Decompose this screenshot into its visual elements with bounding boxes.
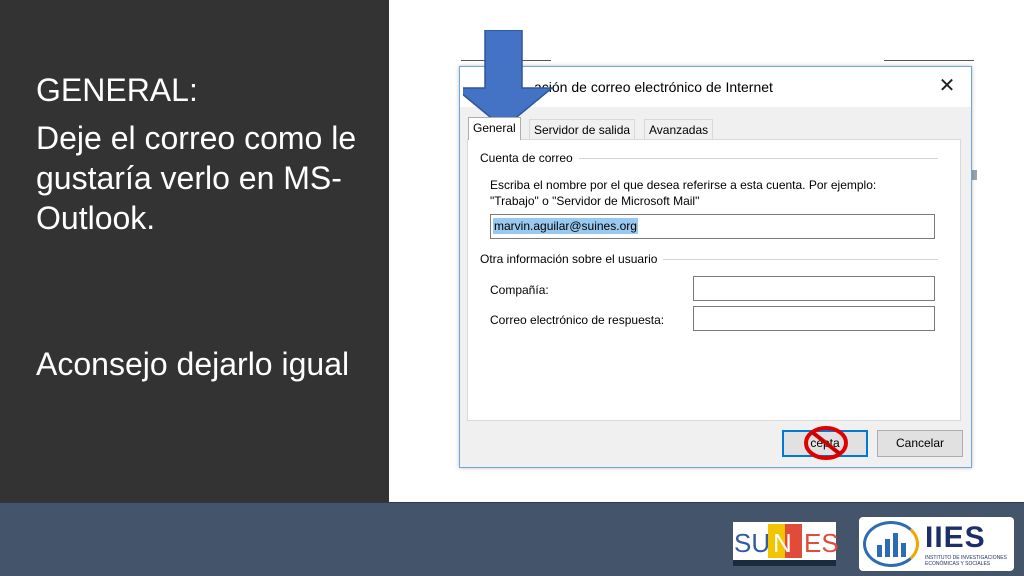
iies-emblem-icon bbox=[863, 521, 919, 567]
slide-text-panel: GENERAL: Deje el correo como le gustaría… bbox=[0, 0, 389, 502]
slide-instruction: Deje el correo como le gustaría verlo en… bbox=[36, 120, 357, 236]
reply-email-input[interactable] bbox=[693, 306, 935, 331]
tab-general[interactable]: General bbox=[468, 117, 521, 140]
company-label: Compañía: bbox=[490, 283, 549, 297]
slide-heading: GENERAL: bbox=[36, 72, 198, 108]
prohibited-icon bbox=[804, 426, 848, 460]
suines-logo-strip bbox=[733, 560, 836, 566]
reply-email-label: Correo electrónico de respuesta: bbox=[490, 313, 665, 327]
iies-logo-subtitle: INSTITUTO DE INVESTIGACIONES ECONÓMICAS … bbox=[925, 555, 1007, 567]
account-group-label: Cuenta de correo bbox=[480, 151, 579, 165]
iies-logo: IIES INSTITUTO DE INVESTIGACIONES ECONÓM… bbox=[859, 517, 1014, 571]
account-description-line1: Escriba el nombre por el que desea refer… bbox=[490, 178, 877, 192]
general-tab-panel: Cuenta de correo Escriba el nombre por e… bbox=[467, 139, 961, 421]
suines-logo: SU N ES bbox=[733, 522, 839, 566]
background-window-fragment bbox=[884, 60, 974, 61]
close-icon[interactable]: ✕ bbox=[937, 76, 957, 96]
dialog-title: ación de correo electrónico de Internet bbox=[534, 79, 773, 95]
account-name-value: marvin.aguilar@suines.org bbox=[493, 218, 638, 234]
account-name-input[interactable]: marvin.aguilar@suines.org bbox=[490, 214, 935, 239]
user-info-group-label: Otra información sobre el usuario bbox=[480, 252, 664, 266]
account-description-line2: "Trabajo" o "Servidor de Microsoft Mail" bbox=[490, 194, 700, 208]
iies-logo-title: IIES bbox=[925, 521, 986, 554]
company-input[interactable] bbox=[693, 276, 935, 301]
slide-advice: Aconsejo dejarlo igual bbox=[36, 346, 350, 382]
suines-logo-text: N bbox=[773, 528, 792, 558]
tab-advanced[interactable]: Avanzadas bbox=[644, 119, 714, 139]
cancel-button[interactable]: Cancelar bbox=[877, 430, 963, 457]
down-arrow-icon bbox=[463, 30, 553, 129]
suines-logo-text: SU bbox=[734, 528, 771, 558]
suines-logo-text: ES bbox=[804, 528, 839, 558]
